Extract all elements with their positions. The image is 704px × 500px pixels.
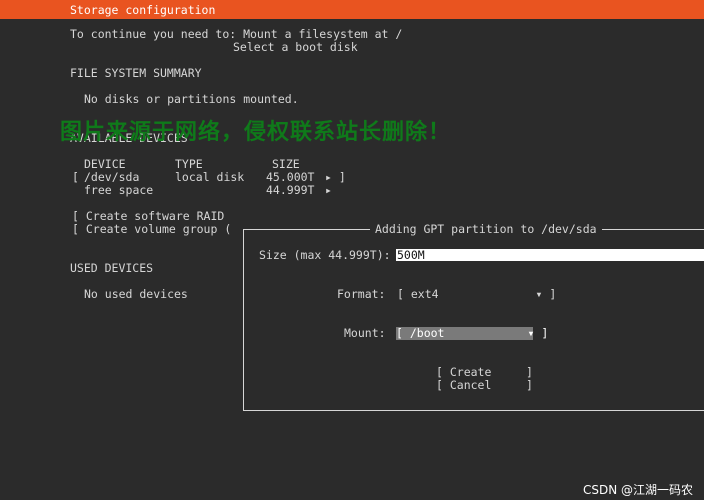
- create-volume-group-button[interactable]: [ Create volume group (: [72, 223, 231, 236]
- device-name: free space: [84, 183, 154, 197]
- fs-summary-empty: No disks or partitions mounted.: [84, 92, 299, 106]
- mount-select[interactable]: [ /boot ▾ ]: [396, 327, 548, 340]
- device-type: local disk: [175, 170, 245, 184]
- csdn-credit: CSDN @江湖一码农: [583, 483, 694, 497]
- cancel-button[interactable]: [ Cancel ]: [436, 379, 533, 392]
- watermark-text: 图片来源于网络，侵权联系站长删除！: [60, 120, 452, 145]
- format-select[interactable]: [ ext4 ▾ ]: [397, 288, 556, 301]
- fs-summary-heading: FILE SYSTEM SUMMARY: [70, 66, 202, 80]
- size-label: Size (max 44.999T):: [259, 248, 391, 262]
- row-menu-arrow[interactable]: ▸: [325, 184, 332, 197]
- row-bracket: [: [72, 170, 79, 184]
- header-bar: Storage configuration: [0, 0, 704, 19]
- used-devices-heading: USED DEVICES: [70, 261, 154, 275]
- page-title: Storage configuration: [70, 3, 216, 17]
- intro-line-2: Select a boot disk: [233, 40, 358, 54]
- mount-label: Mount:: [344, 326, 386, 340]
- dialog-title: Adding GPT partition to /dev/sda: [370, 223, 602, 236]
- device-size: 44.999T: [266, 183, 315, 197]
- size-input[interactable]: 500M: [396, 249, 704, 261]
- used-devices-empty: No used devices: [84, 287, 188, 301]
- format-label: Format:: [337, 287, 386, 301]
